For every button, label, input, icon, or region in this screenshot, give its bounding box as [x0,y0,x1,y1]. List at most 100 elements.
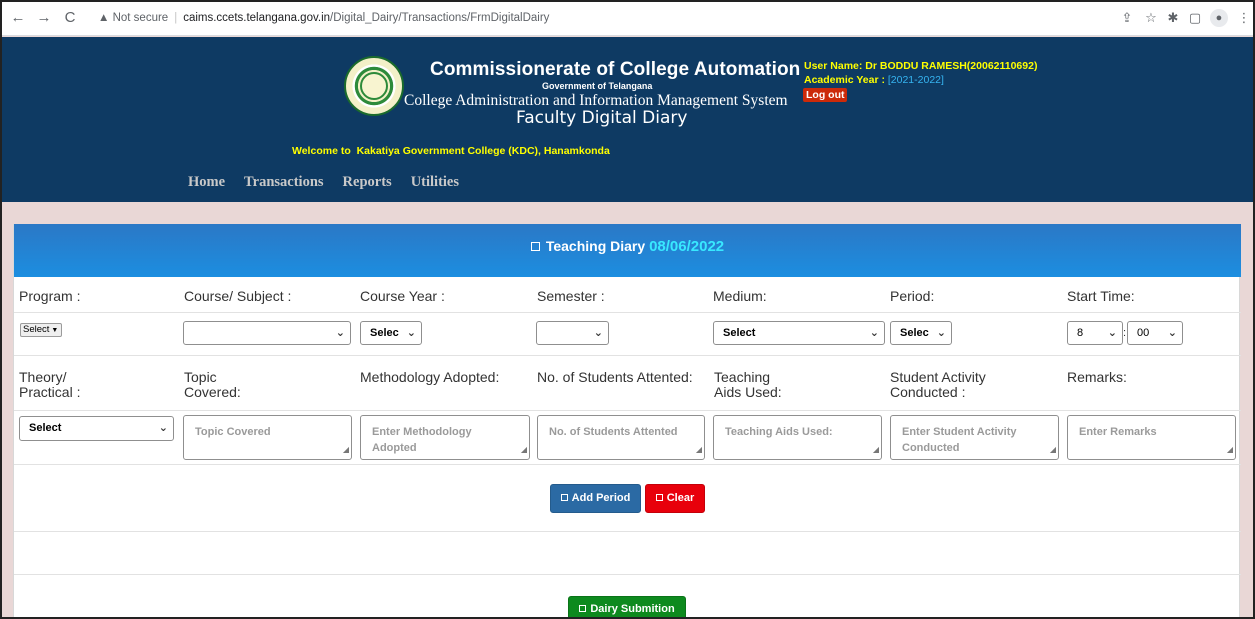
user-value: Dr BODDU RAMESH(20062110692) [865,60,1038,72]
student-activity-label: Student Activity Conducted : [890,370,986,400]
resize-grip-icon[interactable]: ◢ [1227,442,1233,458]
add-period-label: Add Period [571,492,631,504]
start-minute-select[interactable]: 00 ⌄ [1127,321,1183,345]
course-subject-select[interactable]: ⌄ [183,321,351,345]
start-hour-select[interactable]: 8 ⌄ [1067,321,1123,345]
topic-placeholder: Topic Covered [195,426,271,438]
clear-label: Clear [666,492,695,504]
medium-value: Select [723,327,756,339]
address-bar[interactable]: ▲ Not secure | caims.ccets.telangana.gov.i… [98,7,998,29]
aids-placeholder: Teaching Aids Used: [725,426,833,438]
start-time-label: Start Time: [1067,288,1135,304]
back-arrow-icon[interactable]: ← [10,10,26,26]
semester-select[interactable]: ⌄ [536,321,609,345]
welcome-college: Kakatiya Government College (KDC), Hanam… [356,145,610,157]
menu-home[interactable]: Home [188,174,225,190]
chevron-down-icon: ⌄ [1107,327,1117,339]
period-label: Period: [890,288,935,304]
chevron-down-icon: ⌄ [335,327,345,339]
aids-label-line1: Teaching [714,369,771,385]
aids-label-line2: Aids Used: [714,384,782,400]
methodology-label: Methodology Adopted: [360,369,500,385]
logout-button[interactable]: Log out [803,88,848,102]
divider [14,410,1241,411]
resize-grip-icon[interactable]: ◢ [1050,442,1056,458]
remarks-textarea[interactable]: Enter Remarks ◢ [1067,415,1236,460]
student-activity-textarea[interactable]: Enter Student Activity Conducted ◢ [890,415,1059,460]
resize-grip-icon[interactable]: ◢ [873,442,879,458]
resize-grip-icon[interactable]: ◢ [696,442,702,458]
browser-toolbar: ← → C ▲ Not secure | caims.ccets.telangana… [2,2,1253,36]
chevron-down-icon: ⌄ [406,327,416,339]
year-label: Academic Year : [804,74,885,86]
resize-grip-icon[interactable]: ◢ [521,442,527,458]
menu-transactions[interactable]: Transactions [244,174,324,190]
submit-label: Dairy Submition [590,603,675,615]
methodology-placeholder: Enter Methodology Adopted [372,426,472,454]
forward-arrow-icon[interactable]: → [36,10,52,26]
methodology-textarea[interactable]: Enter Methodology Adopted ◢ [360,415,530,460]
time-separator: : [1123,327,1127,339]
activity-placeholder: Enter Student Activity Conducted [902,426,1017,454]
semester-label: Semester : [537,288,605,304]
org-title: Commissionerate of College Automation [430,59,801,80]
divider [14,574,1241,575]
url-host: caims.ccets.telangana.gov.in [183,12,331,24]
resize-grip-icon[interactable]: ◢ [343,442,349,458]
students-attended-textarea[interactable]: No. of Students Attented ◢ [537,415,705,460]
period-value: Selec [900,327,929,339]
site-header: Commissionerate of College Automation Go… [2,37,1253,202]
theory-practical-select[interactable]: Select ⌄ [19,416,174,441]
bookmark-star-icon[interactable]: ☆ [1143,10,1159,26]
chevron-down-icon: ⌄ [936,327,946,339]
course-year-label: Course Year : [360,288,445,304]
teaching-aids-textarea[interactable]: Teaching Aids Used: ◢ [713,415,882,460]
theory-label-line2: Practical : [19,384,81,400]
theory-label-line1: Theory/ [19,369,67,385]
students-attended-label: No. of Students Attented: [537,369,693,385]
welcome-text: Welcome to Kakatiya Government College (… [292,145,610,157]
divider [14,312,1241,313]
theory-practical-label: Theory/Practical : [19,370,80,400]
dairy-submission-button[interactable]: Dairy Submition [568,596,686,617]
course-year-select[interactable]: Selec ⌄ [360,321,422,345]
topic-label-line2: Covered: [184,384,241,400]
medium-label: Medium: [713,288,767,304]
course-subject-label: Course/ Subject : [184,288,292,304]
menu-dots-icon[interactable]: ⋮ [1236,10,1252,26]
chevron-down-icon: ⌄ [593,327,603,339]
user-name: User Name: Dr BODDU RAMESH(20062110692) [804,60,1037,72]
reload-icon[interactable]: C [62,10,78,26]
chevron-down-icon: ⌄ [158,422,168,434]
clear-button[interactable]: Clear [645,484,705,513]
browser-window: ← → C ▲ Not secure | caims.ccets.telangana… [0,0,1255,619]
topic-label-line1: Topic [184,369,217,385]
share-icon[interactable]: ⇪ [1119,10,1135,26]
teaching-diary-panel: Teaching Diary 08/06/2022 Program : Cour… [13,224,1241,617]
program-value: Select [23,324,50,335]
medium-select[interactable]: Select ⌄ [713,321,885,345]
add-period-button[interactable]: Add Period [550,484,641,513]
caret-down-icon: ▼ [51,327,59,334]
profile-avatar-icon[interactable]: ● [1210,9,1228,27]
year-value: [2021-2022] [887,74,944,86]
topic-covered-label: Topic Covered: [184,370,241,400]
check-icon [579,605,587,612]
start-hour-value: 8 [1077,327,1084,339]
activity-label-line1: Student Activity [890,369,986,385]
topic-covered-textarea[interactable]: Topic Covered ◢ [183,415,352,460]
menu-reports[interactable]: Reports [343,174,392,190]
eraser-icon [655,494,663,501]
panel-header: Teaching Diary 08/06/2022 [14,224,1241,277]
academic-year: Academic Year : [2021-2022] [804,74,944,86]
url-path: /Digital_Dairy/Transactions/FrmDigitalDa… [330,12,550,24]
divider [14,464,1241,465]
remarks-placeholder: Enter Remarks [1079,426,1157,438]
side-panel-icon[interactable]: ▢ [1187,10,1203,26]
menu-utilities[interactable]: Utilities [411,174,459,190]
program-select[interactable]: Select ▼ [20,323,62,337]
extensions-puzzle-icon[interactable]: ✱ [1165,10,1181,26]
period-select[interactable]: Selec ⌄ [890,321,952,345]
program-label: Program : [19,288,81,304]
start-minute-value: 00 [1137,327,1150,339]
